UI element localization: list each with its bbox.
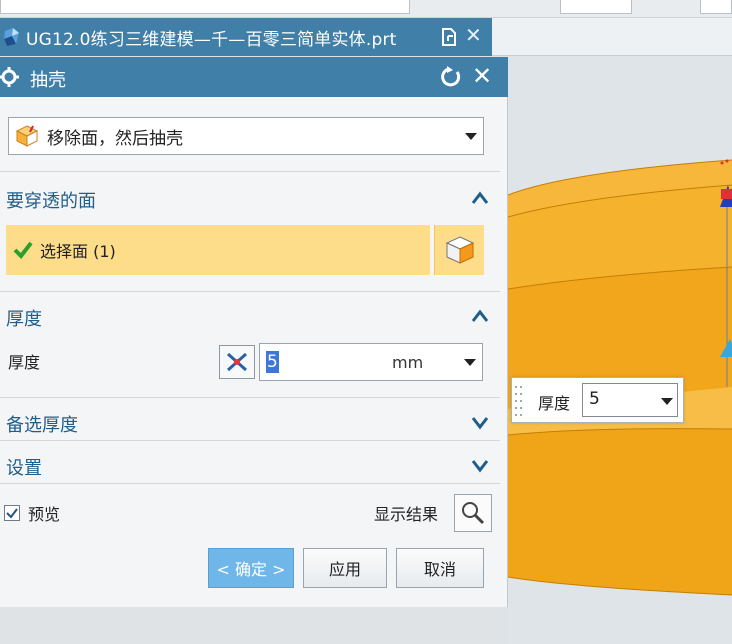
face-filter-button[interactable] [434,225,484,275]
chevron-up-icon [471,309,489,322]
group-alternate-thickness-header[interactable]: 备选厚度 [0,405,500,439]
group-settings-header[interactable]: 设置 [0,448,500,482]
preview-checkbox-row[interactable]: 预览 [4,501,60,525]
group-thickness-header[interactable]: 厚度 [0,299,500,333]
checkmark-icon [6,508,18,519]
divider [0,483,500,484]
y-axis-marker [721,189,732,199]
group-title: 厚度 [6,309,42,330]
thickness-input[interactable]: 5 mm [259,343,483,381]
divider [0,397,500,398]
dialog-header: 抽壳 ✕ [0,57,508,97]
chevron-down-icon[interactable] [661,398,673,405]
shell-dialog: 抽壳 ✕ 移除面，然后抽壳 要穿透的面 选择面 (1) 厚度 厚度 5 mm 备… [0,57,508,607]
face-cube-icon [445,236,474,264]
apply-button[interactable]: 应用 [303,548,387,588]
dialog-title: 抽壳 [30,70,66,91]
cancel-button[interactable]: 取消 [396,548,484,588]
thickness-unit: mm [392,353,424,372]
shell-type-dropdown[interactable]: 移除面，然后抽壳 [8,117,484,155]
preview-label: 预览 [28,505,61,524]
divider [0,440,500,441]
group-title: 要穿透的面 [6,191,96,212]
select-face-label: 选择面 (1) [40,242,116,261]
onscreen-thickness-label: 厚度 [538,394,571,413]
chevron-down-icon [471,460,489,473]
nx-logo-icon [4,28,19,46]
show-result-label: 显示结果 [374,505,439,524]
top-strip-segment [560,0,632,14]
chevron-down-icon [465,133,477,140]
reverse-direction-button[interactable] [219,345,255,379]
top-strip-segment [0,0,410,14]
shell-part-render [508,159,732,596]
divider [0,291,500,292]
top-strip [0,0,732,18]
chevron-down-icon [471,417,489,430]
chevron-up-icon [471,191,489,204]
group-faces-to-pierce-header[interactable]: 要穿透的面 [0,181,500,215]
drag-grip-icon[interactable] [514,384,524,418]
group-title: 设置 [6,458,42,479]
thickness-field-label: 厚度 [8,353,41,372]
checkmark-icon [13,241,33,260]
document-tab-bar: UG12.0练习三维建模—千—百零三简单实体.prt ✕ [0,18,732,56]
gear-icon[interactable] [0,66,20,88]
onscreen-thickness-value[interactable]: 5 [589,389,600,409]
shell-type-label: 移除面，然后抽壳 [47,128,183,149]
divider [0,171,500,172]
document-tab[interactable]: UG12.0练习三维建模—千—百零三简单实体.prt ✕ [0,18,492,56]
preview-checkbox[interactable] [4,505,20,521]
group-title: 备选厚度 [6,415,78,436]
onscreen-thickness-input[interactable]: 5 [582,383,678,417]
close-tab-icon[interactable]: ✕ [465,23,482,47]
top-strip-segment [700,0,732,14]
document-title: UG12.0练习三维建模—千—百零三简单实体.prt [26,29,397,50]
thickness-value[interactable]: 5 [266,351,279,373]
modified-document-icon [442,28,456,46]
close-dialog-icon[interactable]: ✕ [472,62,492,90]
ok-button[interactable]: < 确定 > [208,548,294,588]
select-face-row[interactable]: 选择面 (1) [6,225,430,275]
magnifier-icon [462,502,485,525]
show-result-button[interactable] [454,494,492,532]
remove-face-cube-icon [15,125,39,147]
onscreen-thickness-field: 厚度 5 [511,377,684,423]
reverse-direction-icon [227,352,247,372]
graphics-viewport[interactable] [508,57,732,644]
reset-icon[interactable] [440,66,462,88]
chevron-down-icon[interactable] [464,359,476,366]
